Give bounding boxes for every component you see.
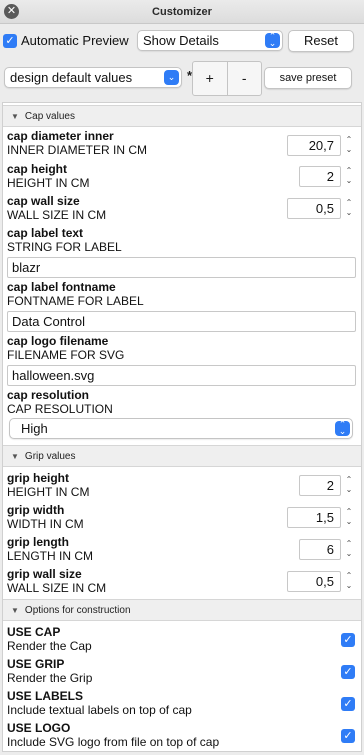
section-header-cap[interactable]: ▼ Cap values — [3, 105, 361, 127]
param-name: cap diameter inner — [7, 129, 114, 143]
param-desc: LENGTH IN CM — [7, 549, 94, 563]
section-title-options: Options for construction — [24, 605, 131, 616]
param-desc: WIDTH IN CM — [7, 517, 84, 531]
param-grip-wall: grip wall size WALL SIZE IN CM — [7, 567, 106, 596]
grip-width-input[interactable]: 1,5 — [287, 507, 341, 528]
param-desc: HEIGHT IN CM — [7, 176, 90, 190]
param-desc: Include textual labels on top of cap — [7, 703, 192, 717]
param-name: grip height — [7, 471, 69, 485]
param-cap-label-text: cap label text STRING FOR LABEL — [7, 226, 122, 255]
grip-wall-input[interactable]: 0,5 — [287, 571, 341, 592]
stepper-icon[interactable]: ⌃ ⌄ — [343, 198, 355, 220]
param-cap-resolution: cap resolution CAP RESOLUTION — [7, 388, 113, 417]
remove-preset-button[interactable]: - — [228, 62, 262, 95]
param-desc: FONTNAME FOR LABEL — [7, 294, 144, 308]
cap-height-input[interactable]: 2 — [299, 166, 341, 187]
param-cap-fontname: cap label fontname FONTNAME FOR LABEL — [7, 280, 144, 309]
param-desc: FILENAME FOR SVG — [7, 348, 125, 362]
stepper-icon[interactable]: ⌃ ⌄ — [343, 539, 355, 561]
preset-select[interactable]: design default values ⌄ — [4, 67, 182, 88]
param-name: grip width — [7, 503, 65, 517]
param-use-logo: USE LOGO Include SVG logo from file on t… — [7, 721, 219, 750]
cap-logo-input[interactable]: halloween.svg — [7, 365, 356, 386]
stepper-icon[interactable]: ⌃ ⌄ — [343, 135, 355, 157]
param-name: cap logo filename — [7, 334, 109, 348]
stepper-icon[interactable]: ⌃ ⌄ — [343, 166, 355, 188]
param-grip-height: grip height HEIGHT IN CM — [7, 471, 89, 500]
disclosure-triangle-icon: ▼ — [11, 452, 19, 461]
disclosure-triangle-icon: ▼ — [11, 606, 19, 615]
window-titlebar: ✕ Customizer — [0, 0, 364, 24]
stepper-icon[interactable]: ⌃ ⌄ — [343, 571, 355, 593]
section-title-cap: Cap values — [24, 111, 75, 122]
stepper-icon[interactable]: ⌃ ⌄ — [343, 475, 355, 497]
grip-height-input[interactable]: 2 — [299, 475, 341, 496]
grip-length-input[interactable]: 6 — [299, 539, 341, 560]
save-preset-button[interactable]: save preset — [264, 67, 352, 89]
param-desc: CAP RESOLUTION — [7, 402, 113, 416]
param-desc: INNER DIAMETER IN CM — [7, 143, 148, 157]
use-labels-checkbox[interactable]: ✓ — [341, 697, 355, 711]
cap-diameter-input[interactable]: 20,7 — [287, 135, 341, 156]
param-desc: WALL SIZE IN CM — [7, 208, 107, 222]
chevron-updown-icon: ⌃ ⌄ — [335, 420, 350, 436]
chevron-updown-icon: ⌃ ⌄ — [265, 32, 280, 48]
param-name: grip wall size — [7, 567, 82, 581]
param-use-cap: USE CAP Render the Cap — [7, 625, 92, 654]
param-cap-height: cap height HEIGHT IN CM — [7, 162, 89, 191]
param-name: grip length — [7, 535, 69, 549]
preset-add-remove-group: + - — [192, 61, 262, 96]
reset-button[interactable]: Reset — [288, 30, 354, 52]
stepper-icon[interactable]: ⌃ ⌄ — [343, 507, 355, 529]
param-desc: WALL SIZE IN CM — [7, 581, 107, 595]
param-name: USE LOGO — [7, 721, 71, 735]
automatic-preview-checkbox[interactable]: ✓ — [3, 34, 17, 48]
param-grip-length: grip length LENGTH IN CM — [7, 535, 93, 564]
cap-wall-input[interactable]: 0,5 — [287, 198, 341, 219]
cap-label-text-input[interactable]: blazr — [7, 257, 356, 278]
param-name: USE GRIP — [7, 657, 65, 671]
param-name: cap resolution — [7, 388, 90, 402]
chevron-down-icon: ⌄ — [164, 70, 179, 85]
preset-select-value: design default values — [10, 70, 133, 85]
use-grip-checkbox[interactable]: ✓ — [341, 665, 355, 679]
section-title-grip: Grip values — [24, 451, 76, 462]
param-use-labels: USE LABELS Include textual labels on top… — [7, 689, 192, 718]
param-desc: Render the Grip — [7, 671, 93, 685]
param-name: cap label text — [7, 226, 84, 240]
param-cap-logo: cap logo filename FILENAME FOR SVG — [7, 334, 124, 363]
param-grip-width: grip width WIDTH IN CM — [7, 503, 84, 532]
add-preset-button[interactable]: + — [193, 62, 228, 95]
close-icon[interactable]: ✕ — [4, 4, 19, 19]
cap-resolution-value: High — [21, 421, 48, 436]
param-desc: Include SVG logo from file on top of cap — [7, 735, 220, 749]
automatic-preview-label: Automatic Preview — [21, 33, 129, 48]
details-select-value: Show Details — [143, 33, 219, 48]
param-name: cap height — [7, 162, 68, 176]
cap-fontname-input[interactable]: Data Control — [7, 311, 356, 332]
cap-resolution-select[interactable]: High ⌃ ⌄ — [9, 418, 353, 439]
details-select[interactable]: Show Details ⌃ ⌄ — [137, 30, 283, 51]
param-name: USE CAP — [7, 625, 61, 639]
disclosure-triangle-icon: ▼ — [11, 112, 19, 121]
param-use-grip: USE GRIP Render the Grip — [7, 657, 92, 686]
param-desc: Render the Cap — [7, 639, 92, 653]
param-desc: HEIGHT IN CM — [7, 485, 90, 499]
section-header-grip[interactable]: ▼ Grip values — [3, 445, 361, 467]
param-name: cap label fontname — [7, 280, 116, 294]
param-desc: STRING FOR LABEL — [7, 240, 122, 254]
parameters-panel: ▼ Cap values cap diameter inner INNER DIA… — [2, 102, 362, 752]
use-logo-checkbox[interactable]: ✓ — [341, 729, 355, 743]
section-header-options[interactable]: ▼ Options for construction — [3, 599, 361, 621]
param-cap-wall: cap wall size WALL SIZE IN CM — [7, 194, 106, 223]
use-cap-checkbox[interactable]: ✓ — [341, 633, 355, 647]
param-name: USE LABELS — [7, 689, 84, 703]
window-title: Customizer — [152, 5, 212, 18]
param-name: cap wall size — [7, 194, 80, 208]
param-cap-diameter: cap diameter inner INNER DIAMETER IN CM — [7, 129, 147, 158]
